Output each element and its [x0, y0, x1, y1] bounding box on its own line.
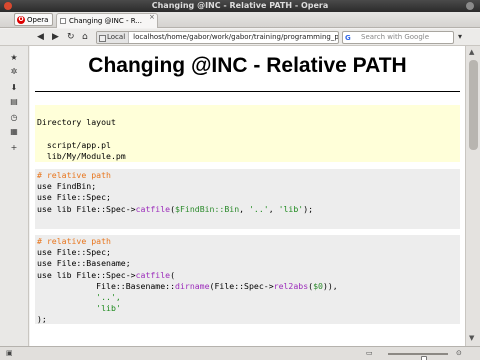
title-divider — [35, 91, 460, 92]
zoom-reset-icon[interactable]: ⊙ — [456, 349, 462, 357]
tab-active[interactable]: Changing @INC - R... — [56, 13, 158, 28]
code-comment: # relative path — [37, 170, 111, 180]
address-badge[interactable]: Local — [97, 32, 130, 43]
tab-close-button[interactable]: × — [149, 13, 155, 21]
zoom-slider-knob[interactable] — [421, 356, 427, 360]
notes-icon[interactable]: ▤ — [8, 96, 20, 108]
maximize-window-button[interactable] — [466, 2, 474, 10]
opera-menu-button[interactable]: O Opera — [14, 13, 54, 26]
code-text: ( — [170, 269, 176, 280]
code-text: use lib File::Spec-> — [37, 269, 136, 280]
scroll-up-icon[interactable]: ▲ — [469, 48, 474, 56]
directory-line: lib/My/Module.pm — [37, 150, 126, 161]
panel-toggle-icon[interactable]: ▣ — [6, 349, 13, 357]
code-text: , — [239, 203, 249, 214]
page-content: Changing @INC - Relative PATH ➚ Director… — [30, 46, 465, 346]
browser-window: Changing @INC - Relative PATH - Opera O … — [0, 0, 480, 360]
search-placeholder: Search with Google — [361, 33, 430, 41]
code-string: 'lib' — [37, 303, 121, 314]
download-icon[interactable]: ⬇ — [8, 82, 20, 94]
navigation-bar: ◀ ▶ ↻ ⌂ Local localhost/home/gabor/work/g… — [0, 29, 480, 46]
code-line: use File::Basename; — [37, 258, 131, 269]
directory-heading: Directory layout — [37, 117, 116, 128]
code-variable: $FindBin::Bin — [175, 203, 240, 214]
forward-icon[interactable]: ▶ — [52, 31, 59, 43]
code-text: (File::Spec-> — [209, 280, 274, 291]
side-panel: ★ ✲ ⬇ ▤ ◷ ▦ + — [0, 46, 29, 346]
scroll-down-icon[interactable]: ▼ — [469, 334, 474, 342]
code-line: use FindBin; — [37, 181, 97, 192]
code-comment: # relative path — [37, 236, 111, 246]
opera-menu-label: Opera — [27, 16, 49, 24]
google-icon[interactable]: G — [345, 33, 357, 42]
tab-bar: O Opera Changing @INC - R... — [0, 12, 480, 28]
chevron-down-icon[interactable]: ▾ — [458, 31, 462, 43]
code-function: catfile — [135, 203, 171, 214]
window-title: Changing @INC - Relative PATH - Opera — [151, 1, 329, 10]
directory-line: script/app.pl — [37, 139, 111, 150]
code-text: ); — [303, 203, 314, 214]
back-icon[interactable]: ◀ — [37, 31, 44, 43]
page-icon — [60, 18, 66, 24]
code-variable: $0 — [313, 280, 323, 291]
home-icon[interactable]: ⌂ — [82, 31, 88, 43]
code-text: )), — [322, 280, 338, 291]
code-string: '..' — [249, 203, 269, 214]
code-text: , — [268, 203, 279, 214]
opera-logo-icon: O — [17, 16, 25, 24]
history-icon[interactable]: ◷ — [8, 112, 20, 124]
view-icon[interactable]: ▭ — [366, 349, 373, 357]
widgets-icon[interactable]: ▦ — [8, 126, 20, 138]
reload-icon[interactable]: ↻ — [67, 31, 75, 43]
vertical-scrollbar[interactable]: ▲ ▼ — [465, 46, 480, 346]
code-string: 'lib' — [278, 203, 304, 214]
tab-title: Changing @INC - R... — [69, 17, 142, 25]
code-block-findbin: # relative path use FindBin; use File::S… — [35, 169, 460, 229]
code-function: rel2abs — [273, 280, 309, 291]
code-text: ); — [37, 314, 47, 324]
directory-layout-block: Directory layout script/app.pl lib/My/Mo… — [35, 105, 460, 162]
code-line: use File::Spec; — [37, 192, 111, 203]
plus-icon[interactable]: + — [8, 142, 20, 154]
code-function: catfile — [135, 269, 171, 280]
code-string: '..', — [37, 292, 121, 303]
address-url: localhost/home/gabor/work/gabor/training… — [133, 33, 339, 41]
zoom-slider[interactable] — [388, 353, 448, 360]
address-bar[interactable]: Local localhost/home/gabor/work/gabor/tra… — [96, 31, 339, 44]
code-text: File::Basename:: — [37, 280, 176, 291]
code-text: use lib File::Spec-> — [37, 203, 136, 214]
code-line: use File::Spec; — [37, 247, 111, 258]
scrollbar-thumb[interactable] — [469, 60, 478, 150]
code-block-basename: # relative path use File::Spec; use File… — [35, 235, 460, 324]
gear-icon[interactable]: ✲ — [8, 66, 20, 78]
status-bar: ▣ ▭ ⊙ — [0, 346, 480, 360]
page-title: Changing @INC - Relative PATH — [88, 54, 407, 77]
star-icon[interactable]: ★ — [8, 52, 20, 64]
search-input[interactable]: G Search with Google — [342, 31, 454, 44]
title-bar: Changing @INC - Relative PATH - Opera — [0, 0, 480, 12]
code-function: dirname — [175, 280, 210, 291]
